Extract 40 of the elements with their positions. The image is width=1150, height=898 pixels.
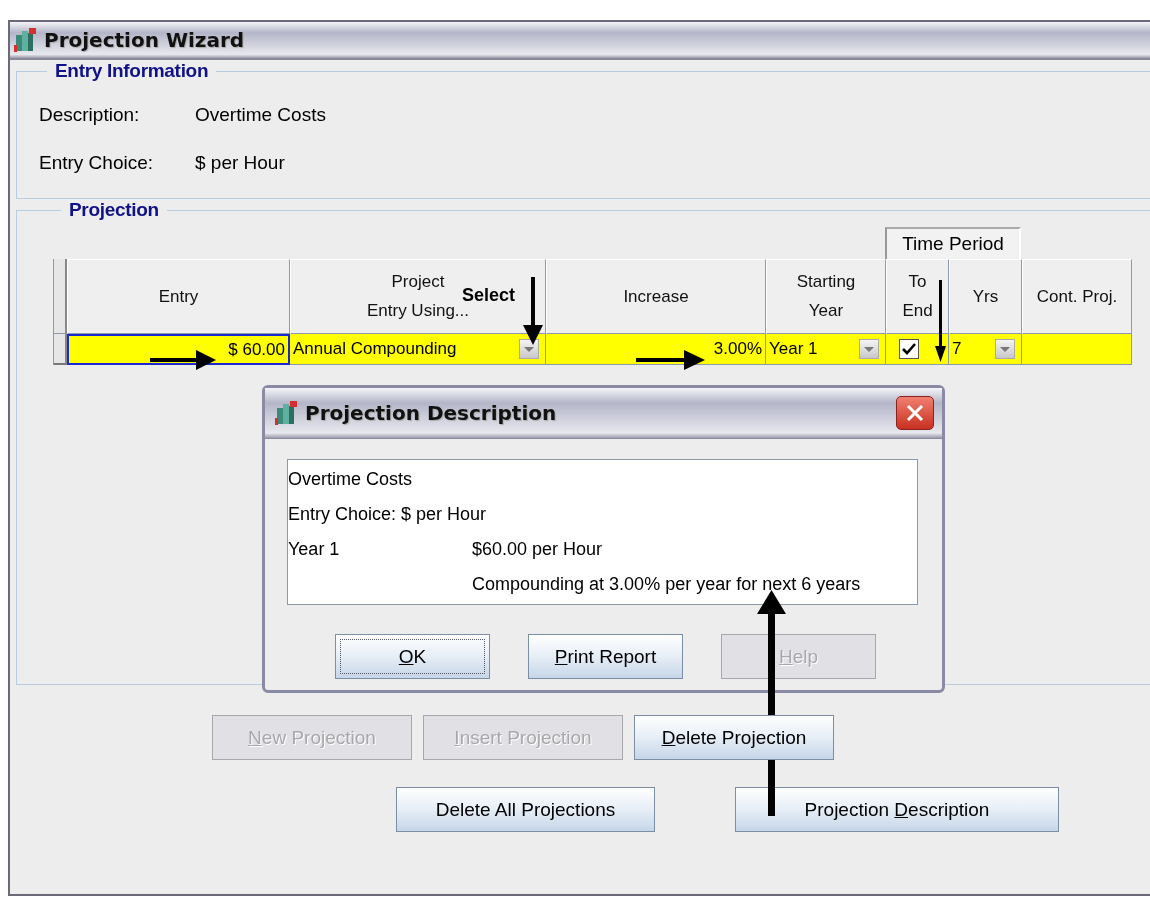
books-icon [275,400,299,426]
annotation-label: Select [462,285,516,305]
dialog-button[interactable]: OK [335,634,490,679]
close-icon [904,402,926,424]
dialog-title: Projection Description [305,401,557,425]
table-cell: 7 [952,339,962,359]
section-title: Entry Information [54,60,210,82]
column-header: Entry [67,259,290,334]
dropdown-button[interactable] [519,339,539,359]
action-button[interactable]: Projection Description [735,787,1059,832]
section-title: Projection [68,199,160,221]
description-text: Entry Choice: $ per Hour [288,504,487,524]
table-cell[interactable]: $ 60.00 [67,334,290,365]
description-text: Overtime Costs [288,469,413,489]
field-value: $ per Hour [195,152,285,174]
description-text: Compounding at 3.00% per year for next 6 years [472,574,861,595]
checkbox[interactable] [898,339,919,359]
column-header: Starting Year [766,259,886,334]
annotation-arrow [150,350,216,370]
annotation-arrow [523,277,543,345]
description-text: Year 1 [288,539,340,559]
column-header: To End [886,259,949,334]
action-button[interactable]: Delete All Projections [396,787,655,832]
action-button[interactable]: Delete Projection [634,715,834,760]
table-cell: Year 1 [769,339,818,359]
field-label: Description: [39,104,141,126]
close-button[interactable] [896,396,934,430]
column-header: Yrs [949,259,1022,334]
annotation-arrow [636,350,705,370]
field-value: Overtime Costs [195,104,326,126]
field-label: Entry Choice: [39,152,155,174]
column-header: Cont. Proj. [1022,259,1132,334]
table-cell: Annual Compounding [293,339,457,359]
dialog-button[interactable]: Print Report [528,634,683,679]
table-cell: 3.00% [546,334,766,365]
window-title: Projection Wizard [44,28,245,52]
column-group-header: Time Period [885,227,1021,259]
column-header: Increase [546,259,766,334]
books-icon [14,27,38,53]
description-text: $60.00 per Hour [472,539,603,560]
